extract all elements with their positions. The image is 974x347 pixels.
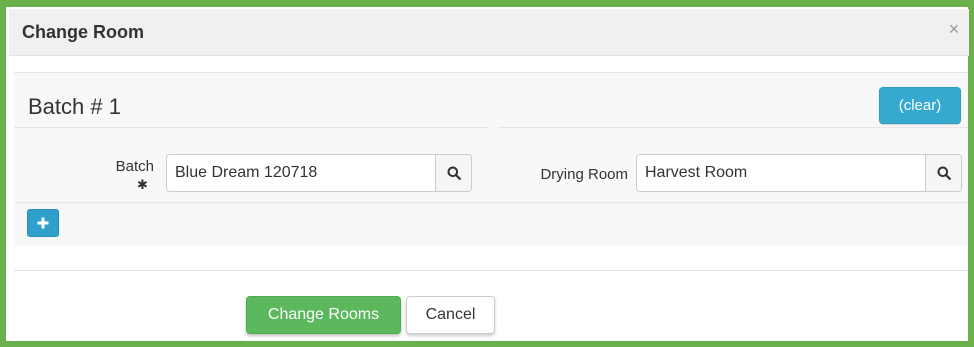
batch-field-label: Batch bbox=[115, 158, 154, 175]
change-rooms-button[interactable]: Change Rooms bbox=[246, 296, 401, 334]
clear-button[interactable]: (clear) bbox=[879, 87, 961, 124]
batch-panel: Batch # 1 (clear) Batch ✱ Blue Dream 120… bbox=[14, 72, 968, 246]
required-icon: ✱ bbox=[137, 177, 148, 192]
divider bbox=[14, 127, 488, 128]
footer-divider bbox=[14, 270, 968, 271]
plus-icon bbox=[37, 217, 49, 229]
drying-room-input[interactable]: Harvest Room bbox=[637, 155, 925, 191]
drying-room-label: Drying Room bbox=[540, 166, 628, 183]
add-row-button[interactable] bbox=[27, 209, 59, 237]
search-icon bbox=[937, 166, 951, 180]
batch-search-button[interactable] bbox=[435, 155, 471, 191]
drying-room-search-button[interactable] bbox=[925, 155, 961, 191]
search-icon bbox=[447, 166, 461, 180]
batch-input-group: Blue Dream 120718 bbox=[166, 154, 472, 192]
divider bbox=[498, 127, 968, 128]
close-button[interactable]: × bbox=[945, 20, 963, 38]
modal-title: Change Room bbox=[22, 22, 145, 42]
divider bbox=[14, 202, 968, 203]
modal-header: Change Room × bbox=[9, 9, 969, 56]
drying-room-input-group: Harvest Room bbox=[636, 154, 962, 192]
batch-input[interactable]: Blue Dream 120718 bbox=[167, 155, 435, 191]
cancel-button[interactable]: Cancel bbox=[406, 296, 495, 334]
batch-title: Batch # 1 bbox=[28, 94, 121, 119]
